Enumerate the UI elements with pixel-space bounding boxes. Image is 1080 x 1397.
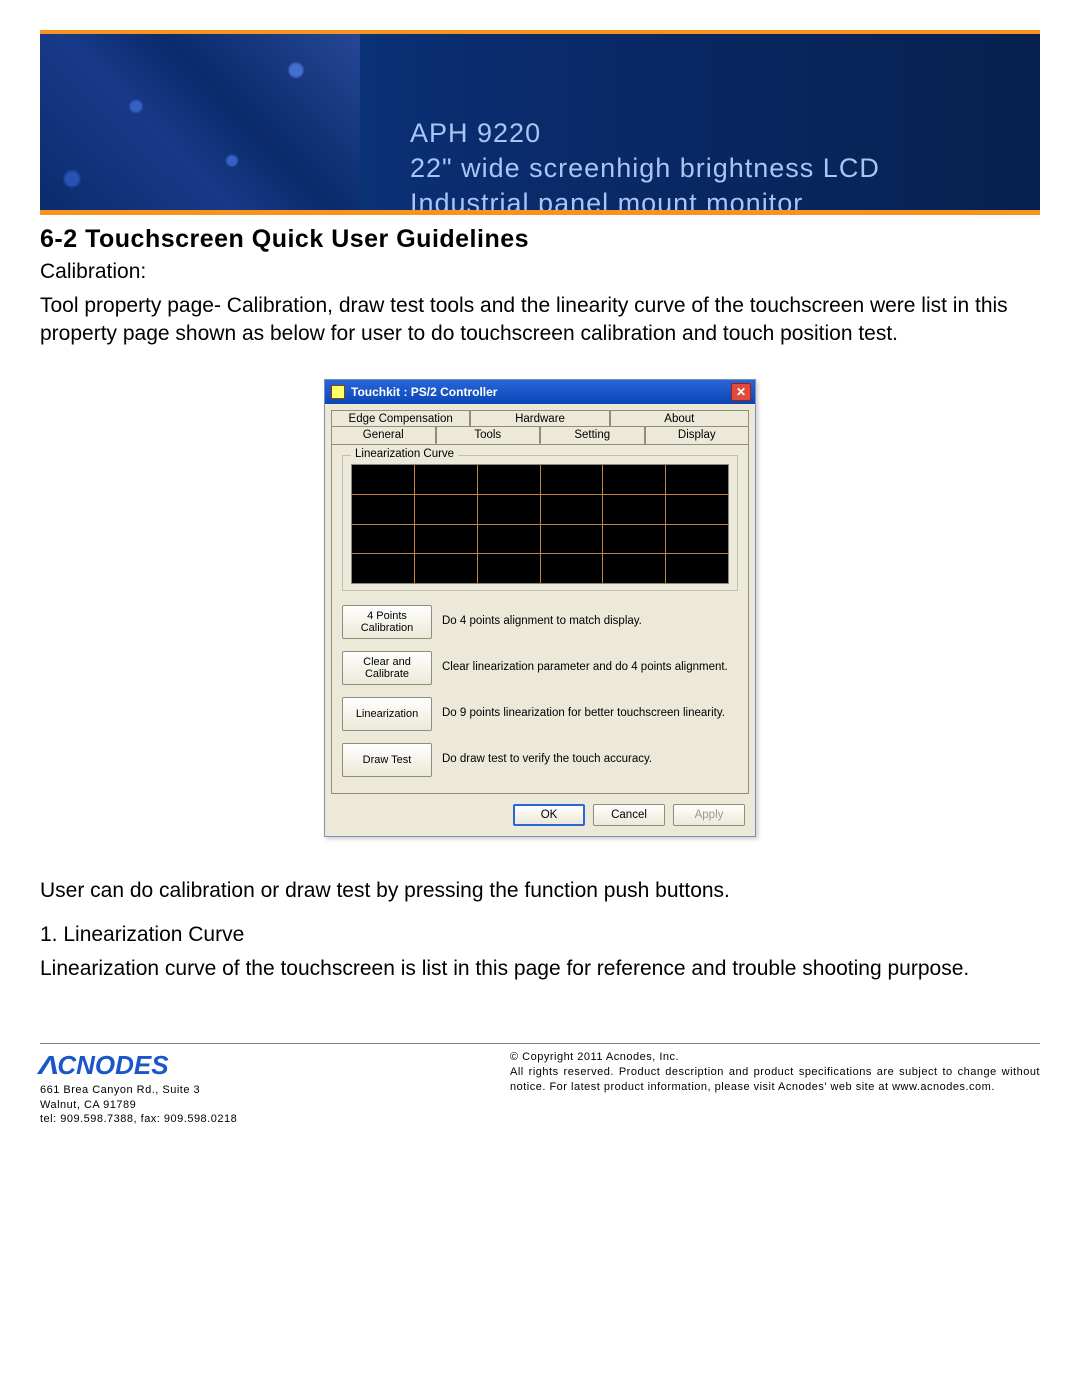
close-icon: ✕ bbox=[736, 386, 746, 398]
footer-address-2: Walnut, CA 91789 bbox=[40, 1098, 237, 1112]
dialog-titlebar[interactable]: Touchkit : PS/2 Controller ✕ bbox=[325, 380, 755, 404]
banner-circuit-image bbox=[40, 34, 360, 215]
after-p2-label: 1. Linearization Curve bbox=[40, 923, 1040, 947]
action-row-4points: 4 Points Calibration Do 4 points alignme… bbox=[342, 599, 738, 645]
tab-display[interactable]: Display bbox=[645, 426, 750, 444]
section-heading: 6-2 Touchscreen Quick User Guidelines bbox=[40, 225, 1040, 254]
desc-clear: Clear linearization parameter and do 4 p… bbox=[442, 661, 738, 675]
action-row-clear: Clear and Calibrate Clear linearization … bbox=[342, 645, 738, 691]
banner-line-2: 22" wide screenhigh brightness LCD bbox=[410, 151, 880, 186]
tab-tools[interactable]: Tools bbox=[436, 426, 541, 444]
footer-disclaimer: All rights reserved. Product description… bbox=[510, 1065, 1040, 1095]
dialog-title: Touchkit : PS/2 Controller bbox=[351, 385, 497, 399]
curve-canvas bbox=[351, 464, 729, 584]
desc-draw-test: Do draw test to verify the touch accurac… bbox=[442, 753, 738, 767]
banner-line-1: APH 9220 bbox=[410, 116, 880, 151]
footer-address-1: 661 Brea Canyon Rd., Suite 3 bbox=[40, 1083, 237, 1097]
action-row-linearization: Linearization Do 9 points linearization … bbox=[342, 691, 738, 737]
app-icon bbox=[331, 385, 345, 399]
action-row-drawtest: Draw Test Do draw test to verify the tou… bbox=[342, 737, 738, 783]
header-banner: APH 9220 22" wide screenhigh brightness … bbox=[40, 30, 1040, 215]
group-label: Linearization Curve bbox=[351, 448, 458, 460]
logo-lambda-icon: Λ bbox=[38, 1050, 59, 1081]
touchkit-dialog: Touchkit : PS/2 Controller ✕ Edge Compen… bbox=[324, 379, 756, 837]
logo-text: CNODES bbox=[57, 1050, 168, 1080]
linearization-curve-group: Linearization Curve bbox=[342, 455, 738, 591]
banner-accent-bar bbox=[40, 210, 1040, 215]
tab-setting[interactable]: Setting bbox=[540, 426, 645, 444]
button-draw-test[interactable]: Draw Test bbox=[342, 743, 432, 777]
calibration-label: Calibration: bbox=[40, 260, 1040, 284]
footer-address-3: tel: 909.598.7388, fax: 909.598.0218 bbox=[40, 1112, 237, 1126]
tab-hardware[interactable]: Hardware bbox=[470, 410, 609, 427]
intro-paragraph: Tool property page- Calibration, draw te… bbox=[40, 292, 1040, 349]
button-clear-and-calibrate[interactable]: Clear and Calibrate bbox=[342, 651, 432, 685]
button-linearization[interactable]: Linearization bbox=[342, 697, 432, 731]
apply-button[interactable]: Apply bbox=[673, 804, 745, 826]
desc-4-points: Do 4 points alignment to match display. bbox=[442, 615, 738, 629]
tab-about[interactable]: About bbox=[610, 410, 749, 427]
acnodes-logo: ΛCNODES bbox=[40, 1050, 237, 1081]
footer-copyright: © Copyright 2011 Acnodes, Inc. bbox=[510, 1050, 1040, 1065]
dialog-button-row: OK Cancel Apply bbox=[325, 800, 755, 836]
page-footer: ΛCNODES 661 Brea Canyon Rd., Suite 3 Wal… bbox=[40, 1043, 1040, 1126]
cancel-button[interactable]: Cancel bbox=[593, 804, 665, 826]
banner-text: APH 9220 22" wide screenhigh brightness … bbox=[410, 116, 880, 215]
desc-linearization: Do 9 points linearization for better tou… bbox=[442, 707, 738, 721]
tab-strip: Edge Compensation Hardware About General… bbox=[325, 404, 755, 444]
close-button[interactable]: ✕ bbox=[731, 383, 751, 401]
ok-button[interactable]: OK bbox=[513, 804, 585, 826]
tab-general[interactable]: General bbox=[331, 426, 436, 444]
tab-body: Linearization Curve 4 Points Calibration bbox=[331, 444, 749, 794]
after-p1: User can do calibration or draw test by … bbox=[40, 877, 1040, 905]
after-p3: Linearization curve of the touchscreen i… bbox=[40, 955, 1040, 983]
tab-edge-compensation[interactable]: Edge Compensation bbox=[331, 410, 470, 427]
button-4-points-calibration[interactable]: 4 Points Calibration bbox=[342, 605, 432, 639]
